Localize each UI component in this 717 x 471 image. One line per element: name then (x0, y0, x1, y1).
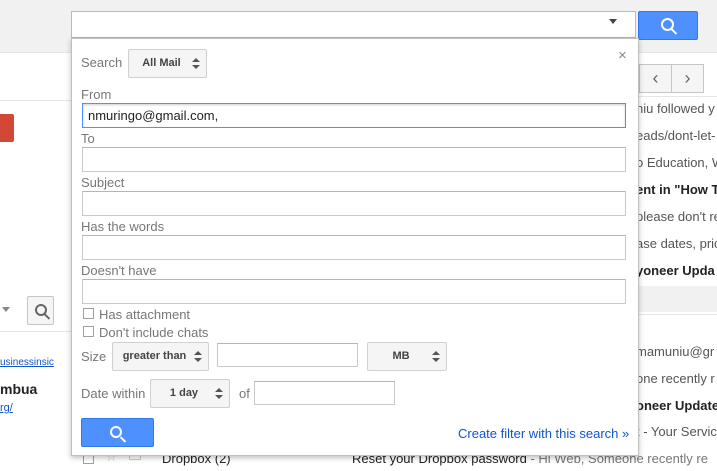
advanced-search-panel: × Search All Mail From To Subject Has th… (71, 38, 639, 456)
message-row[interactable]: eads/dont-let- (636, 128, 717, 143)
has-words-label: Has the words (81, 219, 165, 234)
create-filter-link[interactable]: Create filter with this search » (458, 426, 629, 441)
divider (0, 331, 72, 332)
people-search-button[interactable] (27, 296, 54, 325)
compose-button[interactable] (0, 114, 14, 142)
from-field[interactable] (82, 103, 626, 128)
sender-name: mbua (0, 381, 38, 397)
subject-label: Subject (81, 175, 125, 190)
size-unit-value: MB (392, 350, 410, 362)
date-within-select[interactable]: 1 day (150, 379, 230, 408)
has-attachment-label[interactable]: Has attachment (99, 307, 190, 322)
message-row[interactable]: ent in "How To (636, 182, 717, 197)
close-icon[interactable]: × (618, 47, 627, 64)
updown-arrows-icon (192, 58, 200, 70)
search-scope-label: Search (81, 55, 123, 70)
size-operator-value: greater than (122, 350, 187, 362)
divider (0, 100, 72, 101)
search-icon (661, 18, 674, 31)
dont-include-chats-checkbox[interactable] (83, 326, 94, 337)
section-band (636, 286, 717, 312)
to-field[interactable] (82, 147, 626, 172)
date-within-value: 1 day (169, 387, 199, 399)
has-words-field[interactable] (82, 235, 626, 260)
newer-button[interactable]: ‹ (639, 64, 672, 93)
message-row[interactable]: oneer Update (636, 398, 717, 413)
date-of-field[interactable] (254, 381, 395, 405)
search-icon (110, 426, 122, 438)
message-row[interactable]: yoneer Upda (636, 263, 717, 278)
doesnt-have-field[interactable] (82, 279, 626, 304)
to-label: To (81, 131, 95, 146)
search-scope-select[interactable]: All Mail (128, 49, 207, 78)
updown-arrows-icon (432, 351, 440, 363)
size-unit-select[interactable]: MB (367, 342, 447, 371)
divider (636, 96, 717, 97)
sender-link[interactable]: rg/ (0, 402, 70, 414)
caret-down-icon[interactable] (609, 19, 617, 24)
search-scope-value: All Mail (142, 57, 181, 69)
advanced-search-button[interactable] (81, 418, 154, 447)
mail-search-input[interactable] (71, 11, 636, 38)
message-row[interactable]: please don't re (636, 209, 717, 224)
search-icon (35, 304, 47, 316)
search-button[interactable] (638, 11, 698, 40)
size-operator-select[interactable]: greater than (112, 342, 209, 371)
message-row[interactable]: niu followed y (636, 101, 717, 116)
chevron-down-icon[interactable] (2, 307, 10, 312)
subject-field[interactable] (82, 191, 626, 216)
updown-arrows-icon (215, 388, 223, 400)
updown-arrows-icon (194, 351, 202, 363)
message-row[interactable]: ase dates, pric (636, 236, 717, 251)
from-label: From (81, 87, 112, 102)
message-row[interactable]: o Education, W (636, 155, 717, 170)
dont-include-chats-label[interactable]: Don't include chats (99, 325, 208, 340)
date-within-label: Date within (81, 386, 146, 401)
older-button[interactable]: › (671, 64, 704, 93)
message-row[interactable]: mamuniu@gr (636, 344, 717, 359)
message-row[interactable]: t - Your Servic (636, 424, 717, 439)
divider (636, 314, 717, 315)
doesnt-have-label: Doesn't have (81, 263, 157, 278)
sender-link[interactable]: usinessinsic (0, 357, 70, 368)
message-row[interactable]: one recently r (636, 371, 717, 386)
size-label: Size (81, 349, 107, 364)
has-attachment-checkbox[interactable] (83, 308, 94, 319)
of-label: of (239, 386, 250, 401)
size-value-field[interactable] (217, 343, 358, 367)
